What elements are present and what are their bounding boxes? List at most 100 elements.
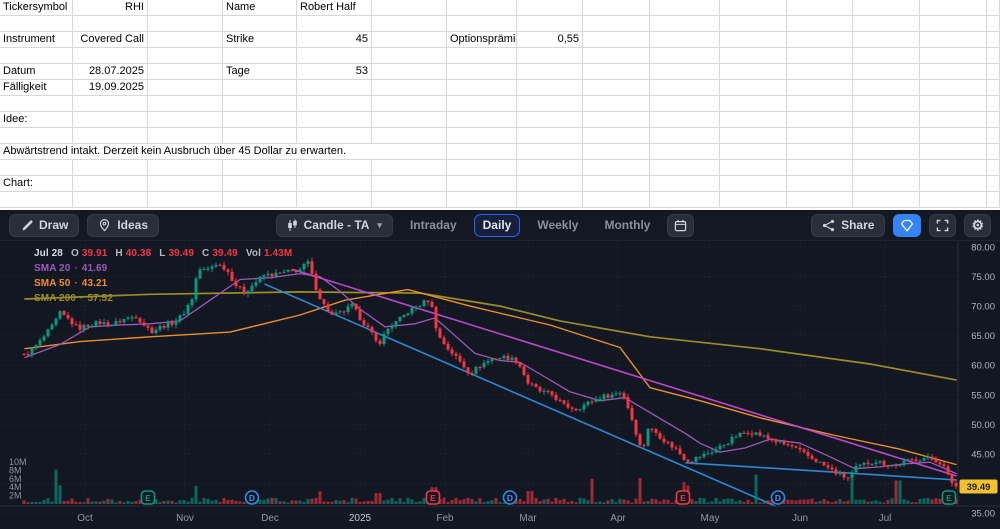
sheet-cell[interactable] [920, 32, 987, 48]
sheet-cell[interactable] [987, 48, 1000, 64]
sheet-cell[interactable] [987, 0, 1000, 16]
sheet-cell[interactable] [720, 48, 787, 64]
sheet-cell[interactable]: Robert Half [297, 0, 372, 16]
sheet-cell[interactable] [372, 0, 447, 16]
sheet-cell[interactable] [583, 192, 650, 208]
sheet-cell[interactable] [583, 0, 650, 16]
sheet-cell[interactable] [853, 144, 920, 160]
sheet-cell[interactable] [583, 16, 650, 32]
sheet-cell[interactable] [447, 96, 517, 112]
sheet-cell[interactable] [650, 112, 720, 128]
sheet-cell[interactable] [297, 192, 372, 208]
sheet-cell[interactable] [517, 0, 583, 16]
sheet-cell[interactable] [987, 112, 1000, 128]
sheet-cell[interactable] [223, 96, 297, 112]
sheet-cell[interactable] [650, 48, 720, 64]
sheet-cell[interactable]: 45 [297, 32, 372, 48]
sheet-cell[interactable] [223, 112, 297, 128]
sheet-cell[interactable] [517, 96, 583, 112]
sheet-cell[interactable] [920, 112, 987, 128]
earnings-marker[interactable]: E [941, 490, 957, 505]
sheet-cell[interactable] [447, 64, 517, 80]
sheet-cell[interactable] [0, 160, 73, 176]
sheet-cell[interactable] [853, 64, 920, 80]
sheet-cell[interactable] [650, 32, 720, 48]
sheet-cell[interactable] [720, 32, 787, 48]
calendar-button[interactable] [667, 213, 695, 237]
sheet-cell[interactable] [583, 96, 650, 112]
sheet-cell[interactable] [650, 16, 720, 32]
sheet-cell[interactable]: 53 [297, 64, 372, 80]
sheet-cell[interactable] [853, 112, 920, 128]
sheet-cell[interactable] [787, 16, 853, 32]
sheet-cell[interactable] [447, 176, 517, 192]
earnings-marker[interactable]: E [675, 490, 691, 505]
sheet-cell[interactable] [650, 128, 720, 144]
sheet-cell[interactable] [583, 160, 650, 176]
sheet-cell[interactable] [0, 128, 73, 144]
sheet-cell[interactable] [987, 192, 1000, 208]
sheet-cell[interactable] [920, 0, 987, 16]
sheet-cell[interactable] [987, 16, 1000, 32]
sheet-cell[interactable] [372, 64, 447, 80]
sheet-cell[interactable] [853, 176, 920, 192]
sheet-cell[interactable] [148, 112, 223, 128]
sheet-cell[interactable] [987, 80, 1000, 96]
sheet-cell[interactable]: 19.09.2025 [73, 80, 148, 96]
sheet-cell[interactable] [372, 16, 447, 32]
sheet-cell[interactable] [372, 96, 447, 112]
sheet-cell[interactable] [920, 176, 987, 192]
sheet-cell[interactable] [148, 176, 223, 192]
sheet-cell[interactable] [720, 128, 787, 144]
sheet-cell[interactable] [297, 112, 372, 128]
sheet-cell[interactable] [720, 160, 787, 176]
sheet-cell[interactable] [297, 16, 372, 32]
sheet-cell[interactable] [73, 16, 148, 32]
sheet-cell[interactable] [297, 96, 372, 112]
earnings-marker[interactable]: E [425, 490, 441, 505]
sheet-cell[interactable] [920, 144, 987, 160]
sheet-cell[interactable] [720, 176, 787, 192]
sheet-cell[interactable]: RHI [73, 0, 148, 16]
sheet-cell[interactable]: Instrument [0, 32, 73, 48]
sheet-cell[interactable] [517, 48, 583, 64]
sheet-cell[interactable] [223, 48, 297, 64]
sheet-cell[interactable] [447, 112, 517, 128]
sheet-cell[interactable] [650, 160, 720, 176]
sheet-cell[interactable] [223, 160, 297, 176]
sheet-cell[interactable] [583, 48, 650, 64]
sheet-cell[interactable] [650, 176, 720, 192]
sheet-cell[interactable] [372, 48, 447, 64]
sheet-cell[interactable] [447, 160, 517, 176]
sheet-cell[interactable] [297, 160, 372, 176]
sheet-cell[interactable] [583, 128, 650, 144]
sheet-cell[interactable] [447, 0, 517, 16]
sheet-cell[interactable] [987, 176, 1000, 192]
sheet-cell[interactable] [0, 96, 73, 112]
sheet-cell[interactable] [148, 160, 223, 176]
sheet-cell[interactable] [853, 32, 920, 48]
sheet-cell[interactable] [0, 48, 73, 64]
sheet-cell[interactable] [372, 128, 447, 144]
sheet-cell[interactable] [148, 80, 223, 96]
sheet-cell[interactable] [787, 48, 853, 64]
sheet-cell[interactable] [920, 128, 987, 144]
sheet-cell[interactable] [987, 64, 1000, 80]
sheet-cell[interactable] [787, 128, 853, 144]
sheet-cell[interactable] [720, 64, 787, 80]
sheet-cell[interactable] [583, 80, 650, 96]
sheet-cell[interactable] [148, 16, 223, 32]
sheet-cell[interactable] [447, 80, 517, 96]
sheet-cell[interactable] [787, 0, 853, 16]
fullscreen-button[interactable] [929, 213, 957, 237]
premium-gem-button[interactable] [893, 213, 922, 237]
sheet-cell[interactable] [920, 80, 987, 96]
earnings-marker[interactable]: E [140, 490, 156, 505]
sheet-cell[interactable]: Optionsprämie [447, 32, 517, 48]
sheet-cell[interactable] [920, 64, 987, 80]
sheet-cell[interactable] [987, 144, 1000, 160]
sheet-cell[interactable] [73, 112, 148, 128]
sheet-cell[interactable] [987, 128, 1000, 144]
sheet-cell[interactable] [920, 192, 987, 208]
sheet-cell[interactable] [920, 48, 987, 64]
